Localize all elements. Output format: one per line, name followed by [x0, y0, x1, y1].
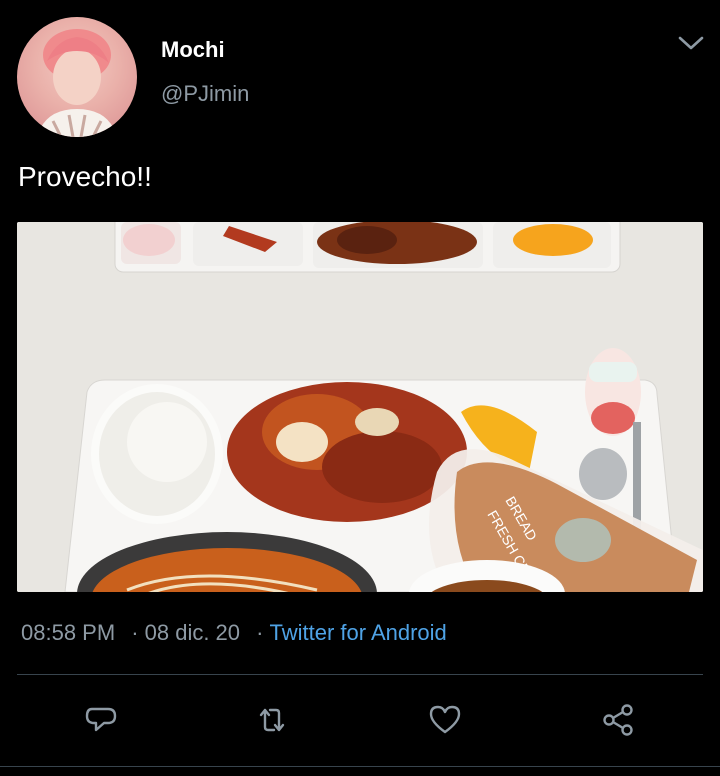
- tweet-meta: 08:58 PM · 08 dic. 20 · Twitter for Androi…: [21, 620, 447, 646]
- tweet-text: Provecho!!: [18, 161, 152, 192]
- share-icon[interactable]: [598, 700, 638, 740]
- user-handle[interactable]: @PJimin: [161, 81, 249, 107]
- reply-icon[interactable]: [81, 700, 121, 740]
- display-name[interactable]: Mochi: [161, 37, 225, 63]
- chevron-down-icon[interactable]: [677, 33, 705, 53]
- action-bar: [0, 700, 720, 744]
- tweet-date: 08 dic. 20: [144, 620, 241, 645]
- bottom-divider: [0, 766, 720, 767]
- retweet-icon[interactable]: [252, 700, 292, 740]
- avatar[interactable]: [17, 17, 137, 137]
- meta-separator: ·: [256, 620, 264, 645]
- tweet-photo[interactable]: FRESH CREAM BREAD: [17, 222, 703, 592]
- tweet-source-link[interactable]: Twitter for Android: [269, 620, 446, 645]
- heart-icon[interactable]: [425, 700, 465, 740]
- meta-separator: ·: [131, 620, 139, 645]
- tweet-time: 08:58 PM: [21, 620, 116, 645]
- divider: [17, 674, 703, 675]
